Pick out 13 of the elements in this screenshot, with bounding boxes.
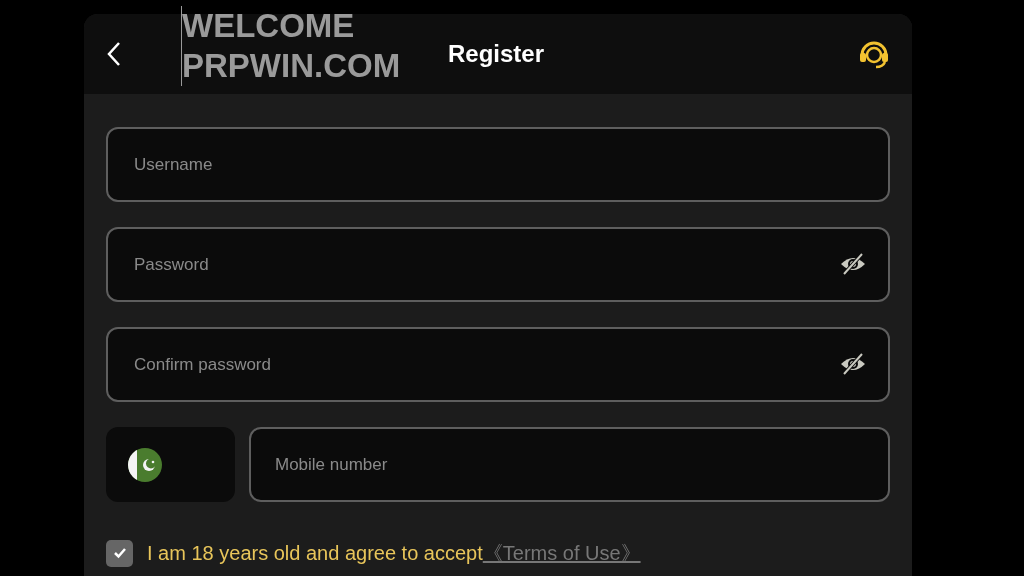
input-field[interactable]: Username: [106, 127, 890, 202]
mobile-number-field[interactable]: Mobile number: [249, 427, 890, 502]
caption-line: PRPWIN.COM: [182, 46, 401, 86]
caption-line: WELCOME: [182, 6, 356, 46]
terms-link[interactable]: 《Terms of Use》: [482, 542, 641, 564]
agree-checkbox[interactable]: [106, 539, 133, 567]
input-field[interactable]: Password: [106, 227, 890, 302]
check-icon: [112, 547, 127, 559]
page-title: Register: [448, 39, 545, 69]
agreement-text: I am 18 years old and agree to accept《Terms of Use》: [147, 541, 641, 566]
country-selector[interactable]: [106, 427, 235, 502]
flag-icon: [128, 447, 162, 482]
input-field[interactable]: Confirm password: [106, 327, 890, 402]
